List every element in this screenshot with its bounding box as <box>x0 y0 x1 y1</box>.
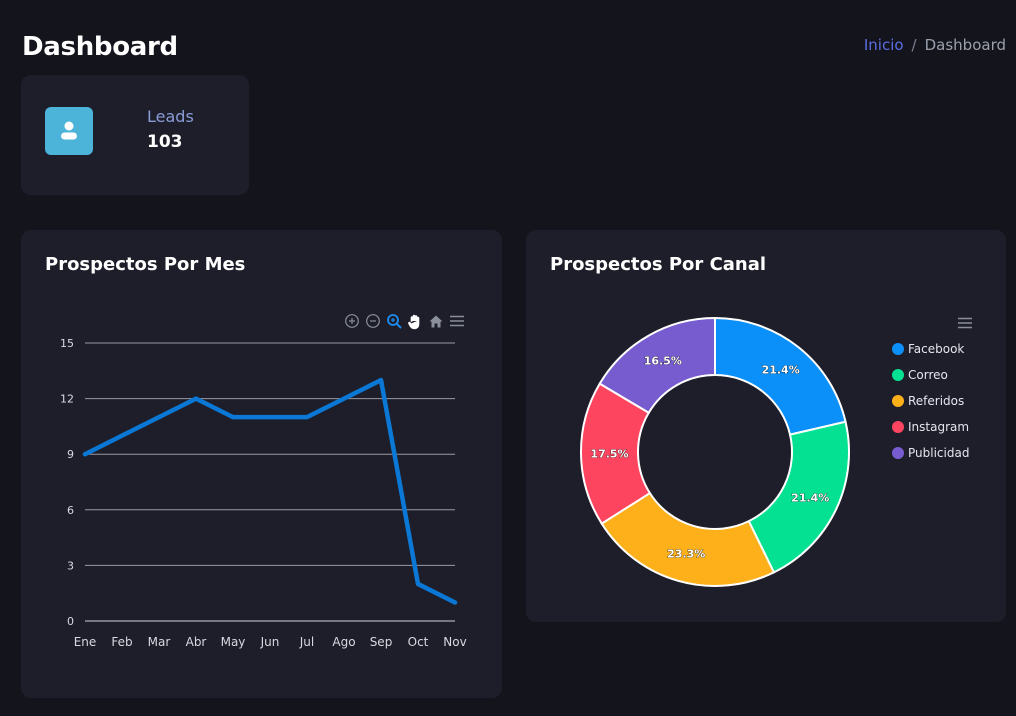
y-tick-label: 9 <box>67 448 74 461</box>
user-icon <box>45 107 93 155</box>
line-chart-card: Prospectos Por Mes 0 3 6 9 12 15 Ene Feb Mar Abr M… <box>21 230 502 698</box>
donut-chart-card: Prospectos Por Canal 21.4% 21.4% 23.3% 17.5… <box>526 230 1006 622</box>
x-tick-label: Jul <box>299 635 314 649</box>
breadcrumb-separator: / <box>911 36 917 54</box>
legend-label: Instagram <box>908 420 970 434</box>
legend-label: Facebook <box>908 342 965 356</box>
legend-item-correo[interactable]: Correo <box>892 362 969 388</box>
legend-item-referidos[interactable]: Referidos <box>892 388 969 414</box>
x-tick-label: Nov <box>443 635 466 649</box>
x-tick-label: Feb <box>111 635 132 649</box>
breadcrumb: Inicio / Dashboard <box>864 36 1006 54</box>
legend-label: Publicidad <box>908 446 970 460</box>
leads-stat-card: Leads 103 <box>21 75 249 195</box>
legend-marker <box>892 369 904 381</box>
donut-chart: 21.4% 21.4% 23.3% 17.5% 16.5% <box>580 316 850 587</box>
y-tick-label: 6 <box>67 504 74 517</box>
page-title: Dashboard <box>22 32 178 62</box>
series-line <box>82 377 458 605</box>
legend-label: Correo <box>908 368 948 382</box>
y-tick-label: 0 <box>67 615 74 628</box>
x-tick-label: Abr <box>186 635 207 649</box>
x-tick-label: May <box>221 635 246 649</box>
leads-value: 103 <box>147 132 183 152</box>
slice-value-label: 23.3% <box>667 548 705 561</box>
legend-marker <box>892 421 904 433</box>
y-tick-label: 12 <box>60 393 74 406</box>
legend-marker <box>892 395 904 407</box>
slice-value-label: 21.4% <box>762 363 800 376</box>
x-tick-label: Mar <box>148 635 171 649</box>
x-tick-label: Jun <box>260 635 280 649</box>
x-tick-label: Sep <box>370 635 393 649</box>
y-tick-label: 15 <box>60 337 74 350</box>
legend-marker <box>892 447 904 459</box>
donut-legend: Facebook Correo Referidos Instagram Publicid… <box>892 336 969 466</box>
legend-marker <box>892 343 904 355</box>
slice-value-label: 16.5% <box>644 354 682 367</box>
breadcrumb-current: Dashboard <box>924 36 1006 54</box>
leads-label: Leads <box>147 107 194 126</box>
legend-item-instagram[interactable]: Instagram <box>892 414 969 440</box>
breadcrumb-home-link[interactable]: Inicio <box>864 36 904 54</box>
legend-item-publicidad[interactable]: Publicidad <box>892 440 969 466</box>
menu-icon[interactable] <box>957 315 973 334</box>
slice-value-label: 21.4% <box>791 491 829 504</box>
x-tick-label: Ago <box>332 635 355 649</box>
legend-label: Referidos <box>908 394 965 408</box>
x-tick-label: Oct <box>408 635 429 649</box>
slice-value-label: 17.5% <box>590 447 628 460</box>
legend-item-facebook[interactable]: Facebook <box>892 336 969 362</box>
x-tick-label: Ene <box>74 635 97 649</box>
line-chart: 0 3 6 9 12 15 Ene Feb Mar Abr May Jun Jul Ago Sep Oct No… <box>60 337 467 649</box>
y-tick-label: 3 <box>67 559 74 572</box>
